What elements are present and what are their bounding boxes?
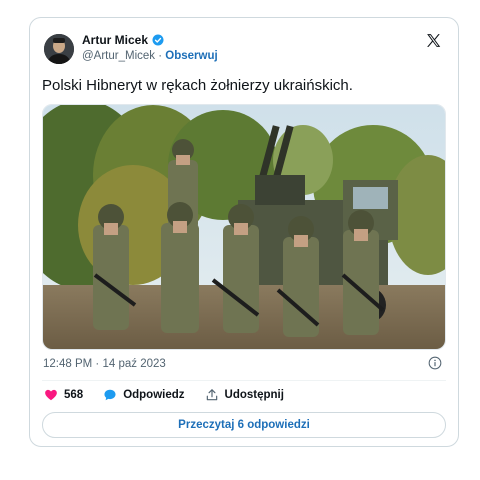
like-button[interactable]: 568 bbox=[44, 388, 83, 402]
x-logo-icon[interactable] bbox=[425, 32, 442, 49]
tweet-text: Polski Hibneryt w rękach żołnierzy ukrai… bbox=[42, 77, 353, 94]
author-name-row[interactable]: Artur Micek bbox=[82, 33, 164, 47]
speech-bubble-icon bbox=[104, 389, 116, 401]
tweet-date[interactable]: 14 paź 2023 bbox=[102, 358, 165, 370]
reply-button[interactable]: Odpowiedz bbox=[103, 388, 185, 402]
reply-label: Odpowiedz bbox=[123, 389, 185, 401]
share-label: Udostępnij bbox=[224, 389, 284, 401]
handle-row: @Artur_Micek · Obserwuj bbox=[82, 50, 218, 62]
author-name[interactable]: Artur Micek bbox=[82, 33, 148, 47]
like-count: 568 bbox=[64, 389, 84, 401]
follow-button[interactable]: Obserwuj bbox=[165, 50, 217, 62]
action-bar: 568 Odpowiedz Udostępnij bbox=[44, 388, 304, 402]
tweet-photo[interactable] bbox=[42, 104, 446, 350]
verified-badge-icon bbox=[152, 34, 164, 46]
author-handle[interactable]: @Artur_Micek bbox=[82, 50, 155, 62]
handle-separator: · bbox=[155, 50, 166, 62]
share-button[interactable]: Udostępnij bbox=[205, 388, 284, 402]
info-icon[interactable] bbox=[428, 356, 442, 370]
tweet-time[interactable]: 12:48 PM bbox=[43, 358, 92, 370]
divider bbox=[42, 380, 446, 381]
heart-icon bbox=[45, 389, 57, 401]
tweet-embed-card: Artur Micek @Artur_Micek · Obserwuj Pols… bbox=[29, 17, 459, 447]
avatar[interactable] bbox=[44, 34, 74, 64]
read-replies-button[interactable]: Przeczytaj 6 odpowiedzi bbox=[42, 412, 446, 438]
tweet-timestamp[interactable]: 12:48 PM · 14 paź 2023 bbox=[43, 358, 166, 370]
share-upload-icon bbox=[206, 389, 217, 401]
